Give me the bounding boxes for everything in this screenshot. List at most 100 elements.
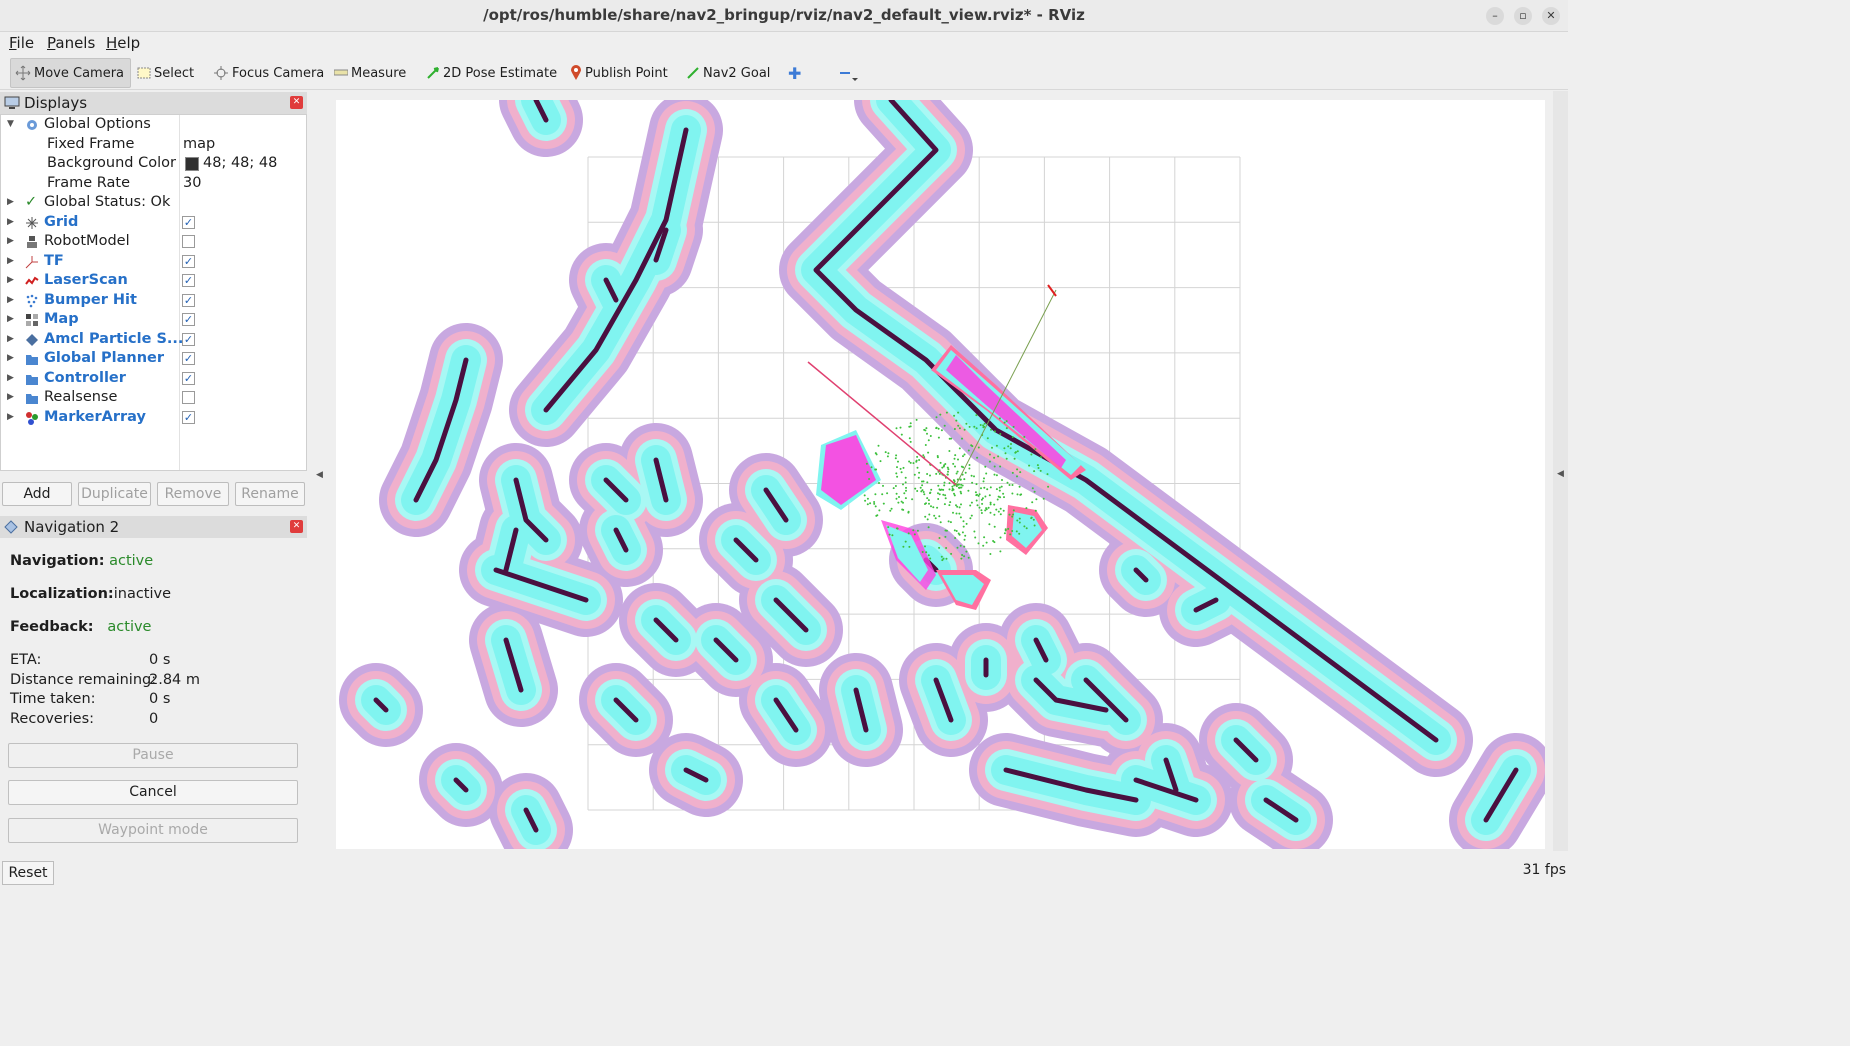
display-enable-checkbox[interactable]: ✓ <box>182 410 195 424</box>
expand-arrow-icon[interactable]: ▶ <box>7 232 14 251</box>
display-item-map[interactable]: ▶ Map ✓ <box>1 310 306 330</box>
expand-arrow-icon[interactable]: ▶ <box>7 388 14 407</box>
amcl-particle <box>1035 498 1038 501</box>
expand-arrow-icon[interactable]: ▶ <box>7 369 14 388</box>
expand-arrow-icon[interactable]: ▶ <box>7 252 14 271</box>
rename-display-button[interactable]: Rename <box>235 482 305 506</box>
menu-file[interactable]: File <box>9 34 34 52</box>
collapse-left-arrow-icon[interactable]: ◀ <box>316 470 323 480</box>
display-item-laserscan[interactable]: ▶ LaserScan ✓ <box>1 271 306 291</box>
remove-tool-button[interactable] <box>832 58 867 88</box>
collapse-arrow-icon[interactable]: ▼ <box>7 115 14 134</box>
display-item-tf[interactable]: ▶ TF ✓ <box>1 252 306 272</box>
expand-arrow-icon[interactable]: ▶ <box>7 310 14 329</box>
costmap-render[interactable] <box>336 100 1545 849</box>
display-enable-checkbox[interactable]: ✓ <box>182 293 195 307</box>
minimize-button[interactable]: – <box>1486 7 1504 25</box>
amcl-particle <box>1011 515 1014 518</box>
select-button[interactable]: Select <box>133 58 198 88</box>
collapse-right-arrow-icon[interactable]: ◀ <box>1557 469 1564 479</box>
expand-arrow-icon[interactable]: ▶ <box>7 349 14 368</box>
display-item-amcl-particle-s[interactable]: ▶ Amcl Particle S... ✓ <box>1 330 306 350</box>
tree-row-frame-rate[interactable]: Frame Rate 30 <box>1 174 306 194</box>
menu-help[interactable]: Help <box>106 34 140 52</box>
amcl-particle <box>965 550 968 553</box>
display-item-robotmodel[interactable]: ▶ RobotModel <box>1 232 306 252</box>
duplicate-display-button[interactable]: Duplicate <box>78 482 151 506</box>
amcl-particle <box>1010 443 1012 445</box>
frame-rate-value[interactable]: 30 <box>183 174 201 193</box>
display-enable-checkbox[interactable]: ✓ <box>182 215 195 229</box>
display-enable-checkbox[interactable]: ✓ <box>182 254 195 268</box>
fixed-frame-value[interactable]: map <box>183 135 215 154</box>
amcl-particle <box>993 430 996 433</box>
display-item-global-planner[interactable]: ▶ Global Planner ✓ <box>1 349 306 369</box>
amcl-particle <box>1023 435 1026 438</box>
amcl-particle <box>974 536 977 539</box>
right-dock-strip[interactable]: ◀ <box>1553 91 1568 851</box>
amcl-particle <box>990 428 992 431</box>
menu-panels[interactable]: Panels <box>47 34 95 52</box>
display-item-grid[interactable]: ▶ Grid ✓ <box>1 213 306 233</box>
nav2-goal-button[interactable]: Nav2 Goal <box>682 58 774 88</box>
amcl-particle <box>982 424 985 427</box>
display-item-realsense[interactable]: ▶ Realsense <box>1 388 306 408</box>
displays-close-button[interactable]: ✕ <box>290 96 303 109</box>
display-enable-checkbox[interactable]: ✓ <box>182 332 195 346</box>
close-button[interactable]: ✕ <box>1542 7 1560 25</box>
maximize-button[interactable]: ▫ <box>1514 7 1532 25</box>
expand-arrow-icon[interactable]: ▶ <box>7 291 14 310</box>
expand-arrow-icon[interactable]: ▶ <box>7 330 14 349</box>
display-enable-checkbox[interactable] <box>182 391 195 404</box>
focus-camera-button[interactable]: Focus Camera <box>209 58 328 88</box>
amcl-particle <box>937 492 939 495</box>
amcl-particle <box>921 484 924 487</box>
amcl-particle <box>877 444 880 447</box>
display-enable-checkbox[interactable]: ✓ <box>182 352 195 365</box>
tree-row-global-status[interactable]: ▶ ✓ Global Status: Ok <box>1 193 306 213</box>
display-enable-checkbox[interactable]: ✓ <box>182 274 195 287</box>
reset-button[interactable]: Reset <box>2 861 54 885</box>
expand-arrow-icon[interactable]: ▶ <box>7 408 14 427</box>
tree-row-fixed-frame[interactable]: Fixed Frame map <box>1 135 306 155</box>
waypoint-mode-button[interactable]: Waypoint mode <box>8 818 298 843</box>
amcl-particle <box>977 446 980 449</box>
background-color-value[interactable]: 48; 48; 48 <box>203 154 277 173</box>
display-enable-checkbox[interactable]: ✓ <box>182 371 195 385</box>
amcl-particle <box>993 503 996 506</box>
display-item-markerarray[interactable]: ▶ MarkerArray ✓ <box>1 408 306 428</box>
display-enable-checkbox[interactable]: ✓ <box>182 313 195 326</box>
recoveries-label: Recoveries: <box>10 710 95 727</box>
cancel-button[interactable]: Cancel <box>8 780 298 805</box>
amcl-particle <box>895 492 898 495</box>
amcl-particle <box>1000 485 1003 488</box>
color-swatch[interactable] <box>185 157 199 171</box>
amcl-particle <box>939 489 942 491</box>
pose-estimate-button[interactable]: 2D Pose Estimate <box>422 58 561 88</box>
amcl-particle <box>960 557 963 560</box>
display-item-label: Realsense <box>44 389 118 405</box>
amcl-particle <box>947 520 950 523</box>
navigation-close-button[interactable]: ✕ <box>290 520 303 533</box>
pause-button[interactable]: Pause <box>8 743 298 768</box>
expand-arrow-icon[interactable]: ▶ <box>7 193 14 212</box>
display-enable-checkbox[interactable] <box>182 235 195 248</box>
amcl-particle <box>1012 425 1015 428</box>
amcl-particle <box>899 467 902 470</box>
tree-row-global-options[interactable]: ▼ Global Options <box>1 115 306 135</box>
measure-button[interactable]: Measure <box>330 58 410 88</box>
move-camera-button[interactable]: Move Camera <box>10 58 131 88</box>
display-item-controller[interactable]: ▶ Controller ✓ <box>1 369 306 389</box>
amcl-particle <box>925 502 927 505</box>
remove-display-button[interactable]: Remove <box>157 482 229 506</box>
render-view[interactable] <box>336 100 1545 849</box>
amcl-particle <box>874 452 877 455</box>
publish-point-button[interactable]: Publish Point <box>566 58 672 88</box>
add-display-button[interactable]: Add <box>2 482 72 506</box>
display-item-bumper-hit[interactable]: ▶ Bumper Hit ✓ <box>1 291 306 311</box>
expand-arrow-icon[interactable]: ▶ <box>7 213 14 232</box>
tree-row-background-color[interactable]: Background Color 48; 48; 48 <box>1 154 306 174</box>
expand-arrow-icon[interactable]: ▶ <box>7 271 14 290</box>
add-tool-button[interactable]: ✚ <box>784 58 805 88</box>
folder-icon <box>25 391 39 405</box>
